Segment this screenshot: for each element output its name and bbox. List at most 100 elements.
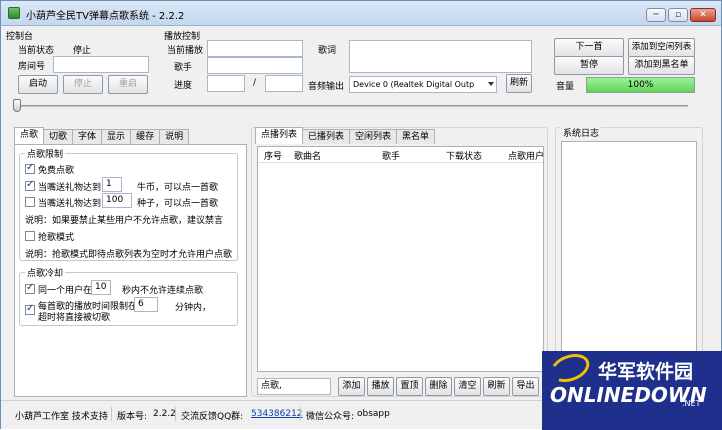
watermark-swoosh-icon [546, 351, 594, 388]
grab-mode-label: 抢歌模式 [38, 233, 75, 243]
song-command-input[interactable]: 点歌, [257, 378, 331, 395]
settings-tabs: 点歌 切歌 字体 显示 缓存 说明 [14, 127, 190, 144]
note-grab-mode: 说明：抢歌模式即待点歌列表为空时才允许用户点歌 [25, 250, 233, 260]
watermark-banner: 华军软件园 ONLINEDOWN .NET [542, 351, 722, 430]
column-header[interactable]: 歌手 [382, 149, 400, 162]
song-table[interactable]: 序号 歌曲名 歌手 下载状态 点歌用户 [257, 146, 544, 372]
list-action-button[interactable]: 刷新 [483, 377, 510, 396]
close-button[interactable]: ✕ [690, 8, 716, 22]
list-action-button[interactable]: 清空 [454, 377, 481, 396]
system-log-box[interactable] [561, 141, 697, 363]
status-label: 当前状态 [18, 46, 55, 56]
refresh-audio-button[interactable]: 刷新 [506, 74, 532, 93]
list-action-button[interactable]: 导出 [512, 377, 539, 396]
lyrics-label: 歌词 [318, 46, 337, 56]
title-bar: 小葫芦全民TV弹幕点歌系统 - 2.2.2 ─ ▫ ✕ [1, 1, 721, 26]
version-label: 版本号: [117, 412, 148, 422]
app-logo-icon [8, 7, 20, 19]
app-window: 小葫芦全民TV弹幕点歌系统 - 2.2.2 ─ ▫ ✕ 控制台 当前状态 停止 … [0, 0, 722, 430]
gift2-input[interactable]: 100 [102, 193, 132, 208]
tab-song-list[interactable]: 黑名单 [396, 129, 436, 144]
volume-bar[interactable]: 100% [586, 77, 695, 93]
song-list-tabs: 点播列表 已播列表 空闲列表 黑名单 [255, 127, 436, 144]
chevron-down-icon [488, 82, 494, 86]
tab-settings[interactable]: 切歌 [43, 129, 74, 144]
next-song-button[interactable]: 下一首 [554, 38, 624, 57]
room-input[interactable] [53, 56, 149, 73]
gift1-suffix: 牛币，可以点一首歌 [137, 183, 219, 193]
seek-track[interactable] [15, 105, 688, 107]
wechat-value: obsapp [357, 409, 390, 419]
gift2-suffix: 种子，可以点一首歌 [137, 199, 219, 209]
tab-song-list[interactable]: 已播列表 [302, 129, 351, 144]
note-mute-users: 说明：如果要禁止某些用户不允许点歌，建议禁言 [25, 216, 224, 226]
column-header[interactable]: 歌曲名 [294, 149, 321, 162]
tab-settings[interactable]: 字体 [72, 129, 103, 144]
song-table-header: 序号 歌曲名 歌手 下载状态 点歌用户 [258, 147, 544, 163]
singer-field [207, 57, 303, 74]
status-divider [175, 407, 176, 421]
tab-settings[interactable]: 显示 [101, 129, 132, 144]
audio-output-value: Device 0 (Realtek Digital Outp [353, 80, 475, 89]
cooldown-user-suffix: 秒内不允许连续点歌 [122, 286, 204, 296]
column-header[interactable]: 点歌用户 [508, 149, 544, 162]
status-divider [300, 407, 301, 421]
studio-credit: 小葫芦工作室 技术支持 [15, 412, 108, 422]
control-panel-title: 控制台 [6, 32, 34, 42]
status-divider [111, 407, 112, 421]
volume-label: 音量 [556, 82, 575, 92]
gift1-prefix: 当嘴送礼物达到 [38, 183, 102, 193]
audio-output-select[interactable]: Device 0 (Realtek Digital Outp [349, 76, 497, 93]
stop-button[interactable]: 停止 [63, 75, 103, 94]
progress-separator: / [253, 78, 257, 88]
tab-settings[interactable]: 说明 [159, 129, 190, 144]
version-value: 2.2.2 [153, 409, 176, 419]
cooldown-group-title: 点歌冷却 [25, 266, 66, 279]
list-action-button[interactable]: 播放 [367, 377, 394, 396]
add-to-blacklist-button[interactable]: 添加到黑名单 [628, 56, 695, 75]
watermark-suffix: .NET [682, 399, 701, 408]
gift1-checkbox[interactable] [25, 179, 35, 191]
playback-section-title: 播放控制 [164, 32, 201, 42]
gift2-prefix: 当嘴送礼物达到 [38, 199, 102, 209]
list-action-button[interactable]: 删除 [425, 377, 452, 396]
now-playing-label: 当前播放 [167, 46, 204, 56]
list-action-button[interactable]: 添加 [338, 377, 365, 396]
grab-mode-checkbox[interactable] [25, 231, 35, 241]
list-action-button[interactable]: 置顶 [396, 377, 423, 396]
now-playing-field [207, 40, 303, 57]
free-request-checkbox[interactable] [25, 162, 35, 174]
progress-total-field [265, 75, 303, 92]
progress-label: 进度 [174, 81, 193, 91]
seek-thumb[interactable] [13, 99, 21, 112]
volume-value: 100% [627, 80, 654, 90]
audio-output-label: 音频输出 [308, 82, 345, 92]
qq-group-label: 交流反馈QQ群: [181, 412, 244, 422]
cooldown-user-checkbox[interactable] [25, 282, 35, 294]
start-button[interactable]: 启动 [18, 75, 58, 94]
add-to-idle-list-button[interactable]: 添加到空闲列表 [628, 38, 695, 57]
lyrics-box [349, 40, 532, 73]
pause-button[interactable]: 暂停 [554, 56, 624, 75]
gift1-input[interactable]: 1 [102, 177, 122, 192]
gift2-checkbox[interactable] [25, 197, 35, 207]
time-limit-input[interactable]: 6 [134, 297, 158, 312]
tab-settings[interactable]: 缓存 [130, 129, 161, 144]
progress-current-field [207, 75, 245, 92]
wechat-label: 微信公众号: [306, 412, 355, 422]
cooldown-seconds-input[interactable]: 10 [91, 280, 111, 295]
column-header[interactable]: 序号 [264, 149, 282, 162]
time-limit-checkbox[interactable] [25, 303, 35, 315]
restore-button[interactable]: ▫ [668, 8, 688, 22]
status-value: 停止 [73, 46, 92, 56]
free-request-label: 免费点歌 [38, 166, 75, 176]
column-header[interactable]: 下载状态 [446, 149, 482, 162]
tab-song-list[interactable]: 点播列表 [255, 127, 304, 144]
tab-song-list[interactable]: 空闲列表 [349, 129, 398, 144]
restart-button[interactable]: 重启 [108, 75, 148, 94]
time-limit-suffix: 分钟内， [175, 303, 212, 313]
minimize-button[interactable]: ─ [646, 8, 666, 22]
qq-group-link[interactable]: 534386212 [251, 409, 303, 419]
room-label: 房间号 [18, 62, 46, 72]
tab-settings[interactable]: 点歌 [14, 127, 45, 144]
